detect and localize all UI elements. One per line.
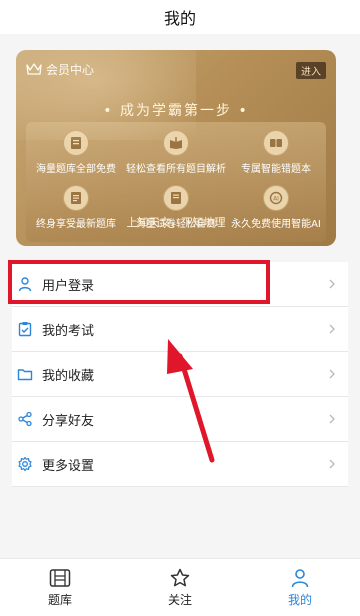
analysis-book-icon [163, 130, 189, 156]
menu-item-label: 分享好友 [42, 413, 95, 429]
tab-mine[interactable]: 我的 [240, 559, 360, 616]
chevron-right-icon [329, 369, 335, 379]
menu-item-label: 我的考试 [42, 323, 95, 339]
tab-question-bank[interactable]: 题库 [0, 559, 120, 616]
vip-footer: 上知天文，下知地理 [126, 216, 226, 229]
star-icon [170, 568, 190, 586]
exam-paper-icon [163, 185, 189, 211]
tab-label: 关注 [167, 592, 192, 607]
vip-feature: 专属智能错题本 [226, 130, 326, 175]
settings-menu: 用户登录 我的考试 我的收藏 分享好友 更多设置 [12, 262, 348, 487]
vip-title: 会员中心 [46, 62, 95, 77]
vip-feature-label: 轻松查看所有题目解析 [126, 164, 226, 175]
bottom-tab-bar: 题库 关注 我的 [0, 558, 360, 616]
vip-feature-label: 专属智能错题本 [241, 164, 311, 175]
clipboard-icon [16, 320, 34, 338]
tab-label: 题库 [47, 592, 72, 607]
folder-icon [16, 365, 34, 383]
vip-feature: 轻松查看所有题目解析 [126, 130, 226, 175]
vip-feature: 海量题库全部免费 [26, 130, 126, 175]
vip-slogan: • 成为学霸第一步 • [103, 103, 249, 119]
menu-item-label: 我的收藏 [42, 368, 95, 384]
main-content: 会员中心 进入 • 成为学霸第一步 • 海量题库全部免费 轻松查看所有题目解析 [0, 34, 360, 558]
chevron-right-icon [329, 324, 335, 334]
svg-text:AI: AI [273, 196, 279, 203]
menu-item-my-exams[interactable]: 我的考试 [12, 307, 348, 352]
mistake-book-icon [263, 130, 289, 156]
vip-enter-button[interactable]: 进入 [296, 62, 326, 79]
crown-icon [26, 62, 42, 76]
vip-feature-label: 海量题库全部免费 [36, 164, 116, 175]
chevron-right-icon [329, 414, 335, 424]
menu-item-label: 更多设置 [42, 458, 95, 474]
gear-icon [16, 455, 34, 473]
share-icon [16, 410, 34, 428]
menu-item-favorites[interactable]: 我的收藏 [12, 352, 348, 397]
vip-card[interactable]: 会员中心 进入 • 成为学霸第一步 • 海量题库全部免费 轻松查看所有题目解析 [16, 50, 336, 246]
question-bank-icon [63, 130, 89, 156]
page-title: 我的 [0, 0, 360, 34]
update-list-icon [63, 185, 89, 211]
question-bank-tab-icon [49, 568, 71, 587]
user-icon [16, 275, 34, 293]
tab-follow[interactable]: 关注 [120, 559, 240, 616]
vip-header: 会员中心 [26, 60, 94, 78]
tab-label: 我的 [287, 592, 312, 607]
menu-item-label: 用户登录 [42, 278, 95, 294]
chevron-right-icon [329, 459, 335, 469]
ai-icon: AI [263, 185, 289, 211]
menu-item-login[interactable]: 用户登录 [12, 262, 348, 307]
person-icon [291, 568, 309, 587]
chevron-right-icon [329, 279, 335, 289]
menu-item-share[interactable]: 分享好友 [12, 397, 348, 442]
menu-item-settings[interactable]: 更多设置 [12, 442, 348, 487]
